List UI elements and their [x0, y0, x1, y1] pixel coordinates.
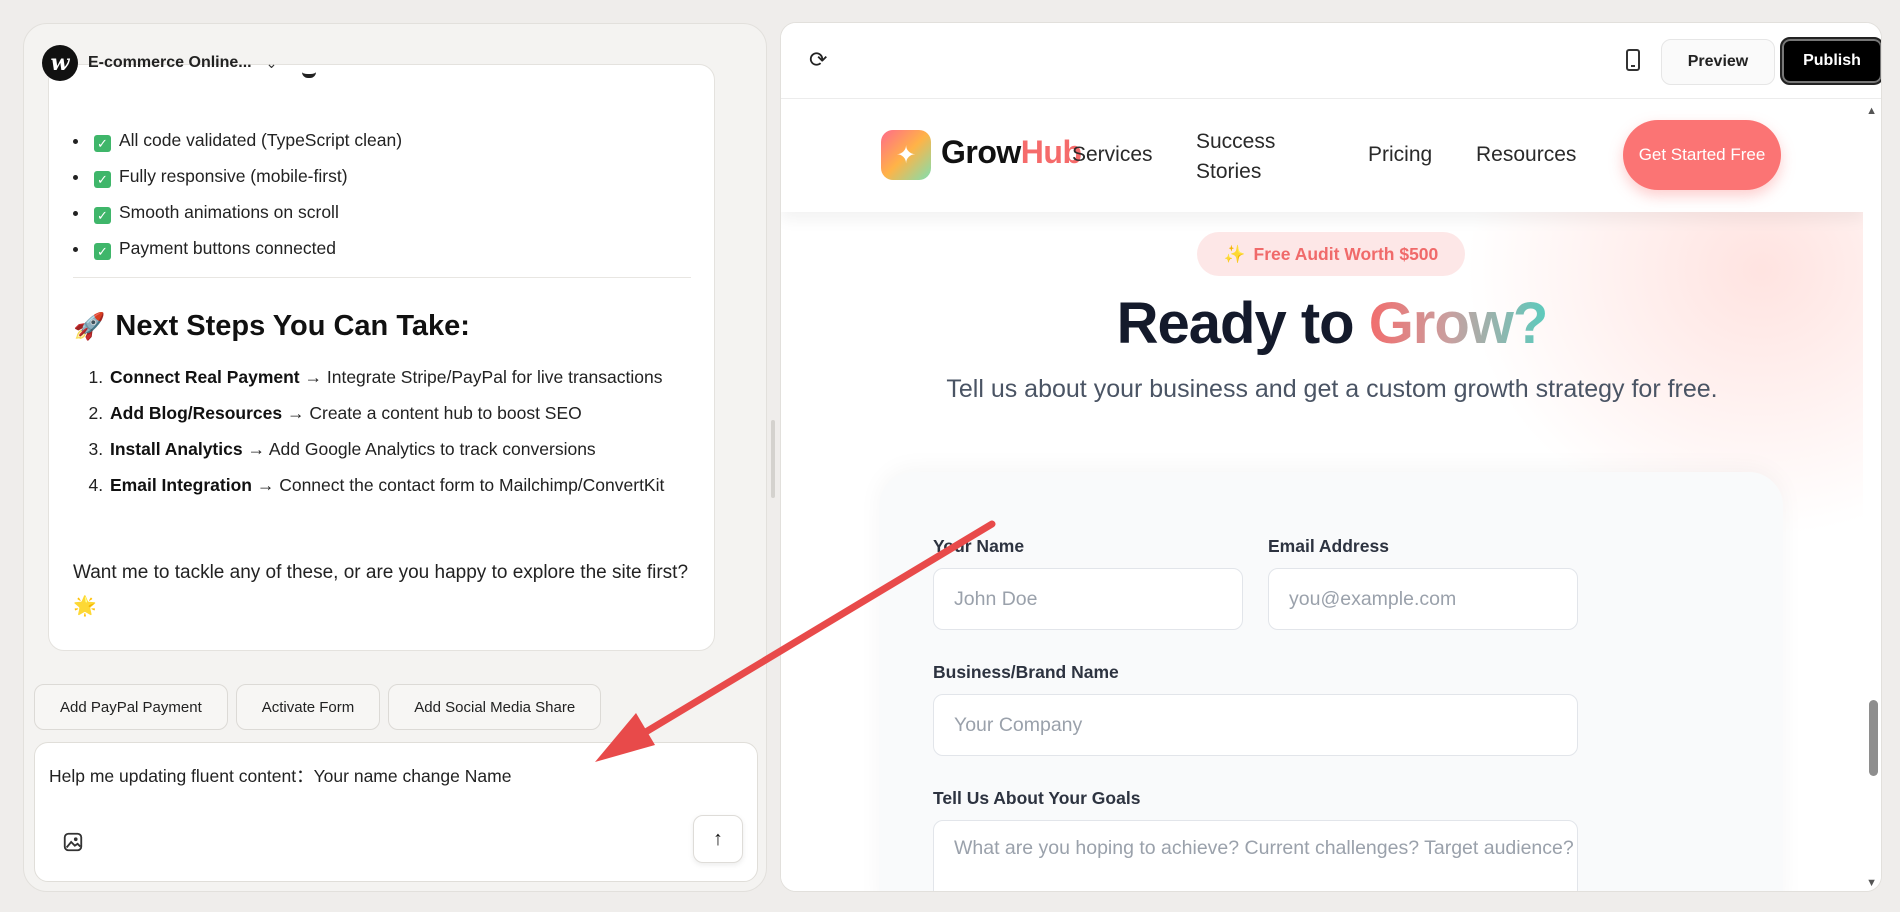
divider [73, 277, 691, 278]
email-field[interactable]: you@example.com [1268, 568, 1578, 630]
checkmark-icon: ✓ [94, 135, 111, 152]
chat-input[interactable]: Help me updating fluent content：Your nam… [34, 742, 758, 882]
chevron-down-icon: ⌄ [265, 54, 278, 71]
nav-pricing[interactable]: Pricing [1368, 143, 1432, 167]
list-item: ✓All code validated (TypeScript clean) [90, 122, 402, 158]
nav-services[interactable]: Services [1072, 143, 1153, 167]
list-item: Install Analytics → Add Google Analytics… [108, 434, 708, 464]
list-item: Email Integration → Connect the contact … [108, 470, 708, 500]
checkmark-icon: ✓ [94, 207, 111, 224]
send-button[interactable]: ↑ [693, 815, 743, 863]
checklist: ✓All code validated (TypeScript clean) ✓… [90, 122, 402, 266]
suggestion-chips: Add PayPal Payment Activate Form Add Soc… [34, 684, 602, 730]
project-switcher[interactable]: w E-commerce Online... ⌄ [42, 44, 277, 82]
list-item: ✓Fully responsive (mobile-first) [90, 158, 402, 194]
mobile-device-icon[interactable] [1626, 49, 1640, 71]
publish-button[interactable]: Publish [1780, 37, 1881, 85]
scroll-up-icon[interactable]: ▲ [1866, 105, 1877, 117]
arrow-up-icon: ↑ [713, 827, 723, 850]
name-field[interactable]: John Doe [933, 568, 1243, 630]
list-item: Add Blog/Resources → Create a content hu… [108, 398, 708, 428]
scroll-down-icon[interactable]: ▼ [1866, 877, 1877, 889]
company-label: Business/Brand Name [933, 662, 1119, 682]
preview-toolbar: ⟳ Preview Publish [781, 23, 1881, 99]
chip-add-social-share[interactable]: Add Social Media Share [388, 684, 602, 730]
chip-activate-form[interactable]: Activate Form [235, 684, 381, 730]
chat-panel: ✓All code validated (TypeScript clean) ✓… [23, 23, 767, 892]
panel-resize-handle[interactable] [771, 420, 775, 498]
checkmark-icon: ✓ [94, 171, 111, 188]
audit-badge: ✨ Free Audit Worth $500 [1197, 232, 1465, 276]
goals-textarea[interactable]: What are you hoping to achieve? Current … [933, 820, 1578, 891]
checkmark-icon: ✓ [94, 243, 111, 260]
next-steps-heading: 🚀 Next Steps You Can Take: [73, 310, 470, 342]
list-item: ✓Payment buttons connected [90, 230, 402, 266]
image-upload-icon[interactable] [62, 831, 84, 853]
list-item: Connect Real Payment → Integrate Stripe/… [108, 362, 708, 392]
nav-success-stories[interactable]: Success Stories [1196, 127, 1306, 187]
goals-label: Tell Us About Your Goals [933, 788, 1141, 808]
name-label: Your Name [933, 536, 1025, 556]
site-navbar: ✦ GrowHub Services Success Stories Prici… [781, 100, 1865, 212]
email-label: Email Address [1268, 536, 1389, 556]
chat-input-text[interactable]: Help me updating fluent content：Your nam… [49, 763, 511, 788]
next-steps-list: Connect Real Payment → Integrate Stripe/… [108, 362, 708, 506]
list-item: ✓Smooth animations on scroll [90, 194, 402, 230]
company-field[interactable]: Your Company [933, 694, 1578, 756]
preview-panel: ⟳ Preview Publish ✦ GrowHub Services Suc… [780, 22, 1882, 892]
sparkle-icon[interactable]: ✦ [881, 130, 931, 180]
sparkles-icon: ✨ [1223, 243, 1246, 264]
get-started-button[interactable]: Get Started Free [1623, 120, 1781, 190]
rocket-icon: 🚀 [73, 311, 106, 341]
app-logo: w [42, 45, 78, 81]
hero-title: Ready to Grow? [1116, 291, 1549, 356]
contact-form: Your Name John Doe Email Address you@exa… [879, 472, 1783, 891]
site-preview: ✦ GrowHub Services Success Stories Prici… [781, 100, 1865, 891]
brand-logo[interactable]: GrowHub [941, 134, 1082, 171]
nav-resources[interactable]: Resources [1476, 143, 1576, 167]
project-name: E-commerce Online... [88, 54, 252, 71]
closing-message: Want me to tackle any of these, or are y… [73, 562, 689, 617]
refresh-icon[interactable]: ⟳ [809, 47, 827, 73]
scrollbar-thumb[interactable] [1869, 700, 1878, 776]
hero-subtitle: Tell us about your business and get a cu… [946, 375, 1718, 403]
preview-button[interactable]: Preview [1661, 39, 1775, 85]
chip-add-paypal[interactable]: Add PayPal Payment [34, 684, 228, 730]
